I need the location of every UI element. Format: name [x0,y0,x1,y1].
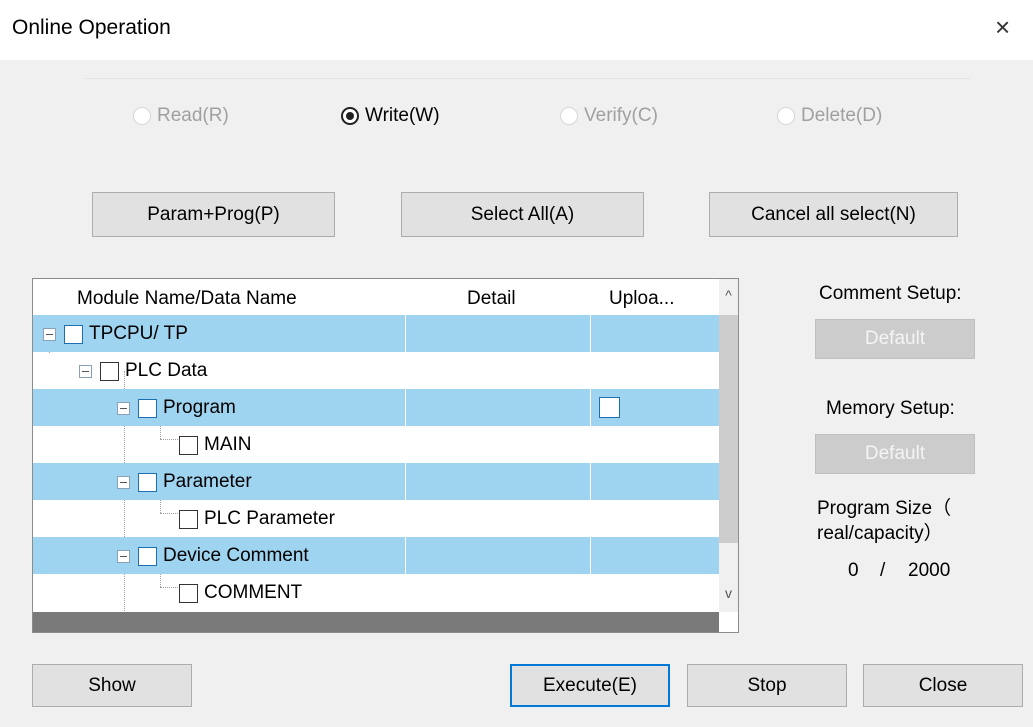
close-icon[interactable]: × [995,12,1010,43]
tree-row-parameter[interactable]: Parameter [33,463,719,500]
program-size-real: 0 [848,560,859,581]
row-checkbox[interactable] [138,398,157,418]
comment-setup-label: Comment Setup: [819,283,962,304]
column-header-detail[interactable]: Detail [467,288,516,310]
online-operation-dialog: Online Operation × Read(R) Write(W) Veri… [0,0,1033,727]
row-checkbox[interactable] [179,435,198,455]
column-header-module-name[interactable]: Module Name/Data Name [77,288,297,310]
radio-circle-icon [777,107,795,125]
tree-row-label: MAIN [204,434,252,455]
tree-row-main[interactable]: MAIN [33,426,719,463]
dialog-title: Online Operation [12,16,171,39]
tree-row-label: Device Comment [163,545,309,566]
tree-row-label: TPCPU/ TP [89,323,188,344]
show-button[interactable]: Show [32,664,192,707]
collapse-icon[interactable] [79,364,92,378]
delete-radio-label: Delete(D) [801,105,883,126]
row-checkbox[interactable] [138,472,157,492]
memory-default-button[interactable]: Default [815,434,975,474]
tree-row-label: COMMENT [204,582,303,603]
radio-circle-icon [133,107,151,125]
select-all-button[interactable]: Select All(A) [401,192,644,237]
tree-row-plc-data[interactable]: PLC Data [33,352,719,389]
tree-row-program[interactable]: Program [33,389,719,426]
row-checkbox[interactable] [138,546,157,566]
write-radio[interactable]: Write(W) [341,102,440,130]
radio-circle-icon [560,107,578,125]
row-checkbox[interactable] [100,361,119,381]
row-checkbox[interactable] [64,324,83,344]
tree-row-tpcpu[interactable]: TPCPU/ TP [33,315,719,352]
tree-row-label: PLC Data [125,360,208,381]
collapse-icon[interactable] [117,475,130,489]
close-button[interactable]: Close [863,664,1023,707]
scrollbar-thumb[interactable] [719,315,738,543]
tree-row-device-comment[interactable]: Device Comment [33,537,719,574]
tree-row-plc-parameter[interactable]: PLC Parameter [33,500,719,537]
memory-setup-label: Memory Setup: [826,398,955,419]
program-size-label: Program Size（ [817,498,952,519]
verify-radio[interactable]: Verify(C) [560,102,658,130]
read-radio-label: Read(R) [157,105,229,126]
program-size-separator: / [880,560,886,581]
row-checkbox[interactable] [179,509,198,529]
upload-checkbox[interactable] [599,397,620,418]
vertical-scrollbar[interactable]: ^ v [719,279,738,612]
scroll-down-icon[interactable]: v [719,585,738,601]
comment-default-button[interactable]: Default [815,319,975,359]
verify-radio-label: Verify(C) [584,105,658,126]
collapse-icon[interactable] [43,327,56,341]
write-radio-label: Write(W) [365,105,440,126]
column-header-upload[interactable]: Uploa... [609,288,674,310]
collapse-icon[interactable] [117,401,130,415]
radio-selected-icon [341,107,359,125]
horizontal-scrollbar[interactable] [33,612,719,632]
row-checkbox[interactable] [179,583,198,603]
tree-header: Module Name/Data Name Detail Uploa... [33,279,719,315]
read-radio[interactable]: Read(R) [133,102,229,130]
collapse-icon[interactable] [117,549,130,563]
module-data-tree[interactable]: Module Name/Data Name Detail Uploa... TP… [32,278,739,633]
program-size-capacity: 2000 [908,560,951,581]
tree-row-comment[interactable]: COMMENT [33,574,719,611]
title-bar: Online Operation × [0,0,1033,60]
stop-button[interactable]: Stop [687,664,847,707]
cancel-all-select-button[interactable]: Cancel all select(N) [709,192,958,237]
tree-row-label: Parameter [163,471,252,492]
scroll-up-icon[interactable]: ^ [719,287,738,303]
delete-radio[interactable]: Delete(D) [777,102,882,130]
param-prog-button[interactable]: Param+Prog(P) [92,192,335,237]
program-size-sublabel: real/capacity） [817,523,943,544]
tree-row-label: Program [163,397,236,418]
execute-button[interactable]: Execute(E) [510,664,670,707]
tree-row-label: PLC Parameter [204,508,335,529]
